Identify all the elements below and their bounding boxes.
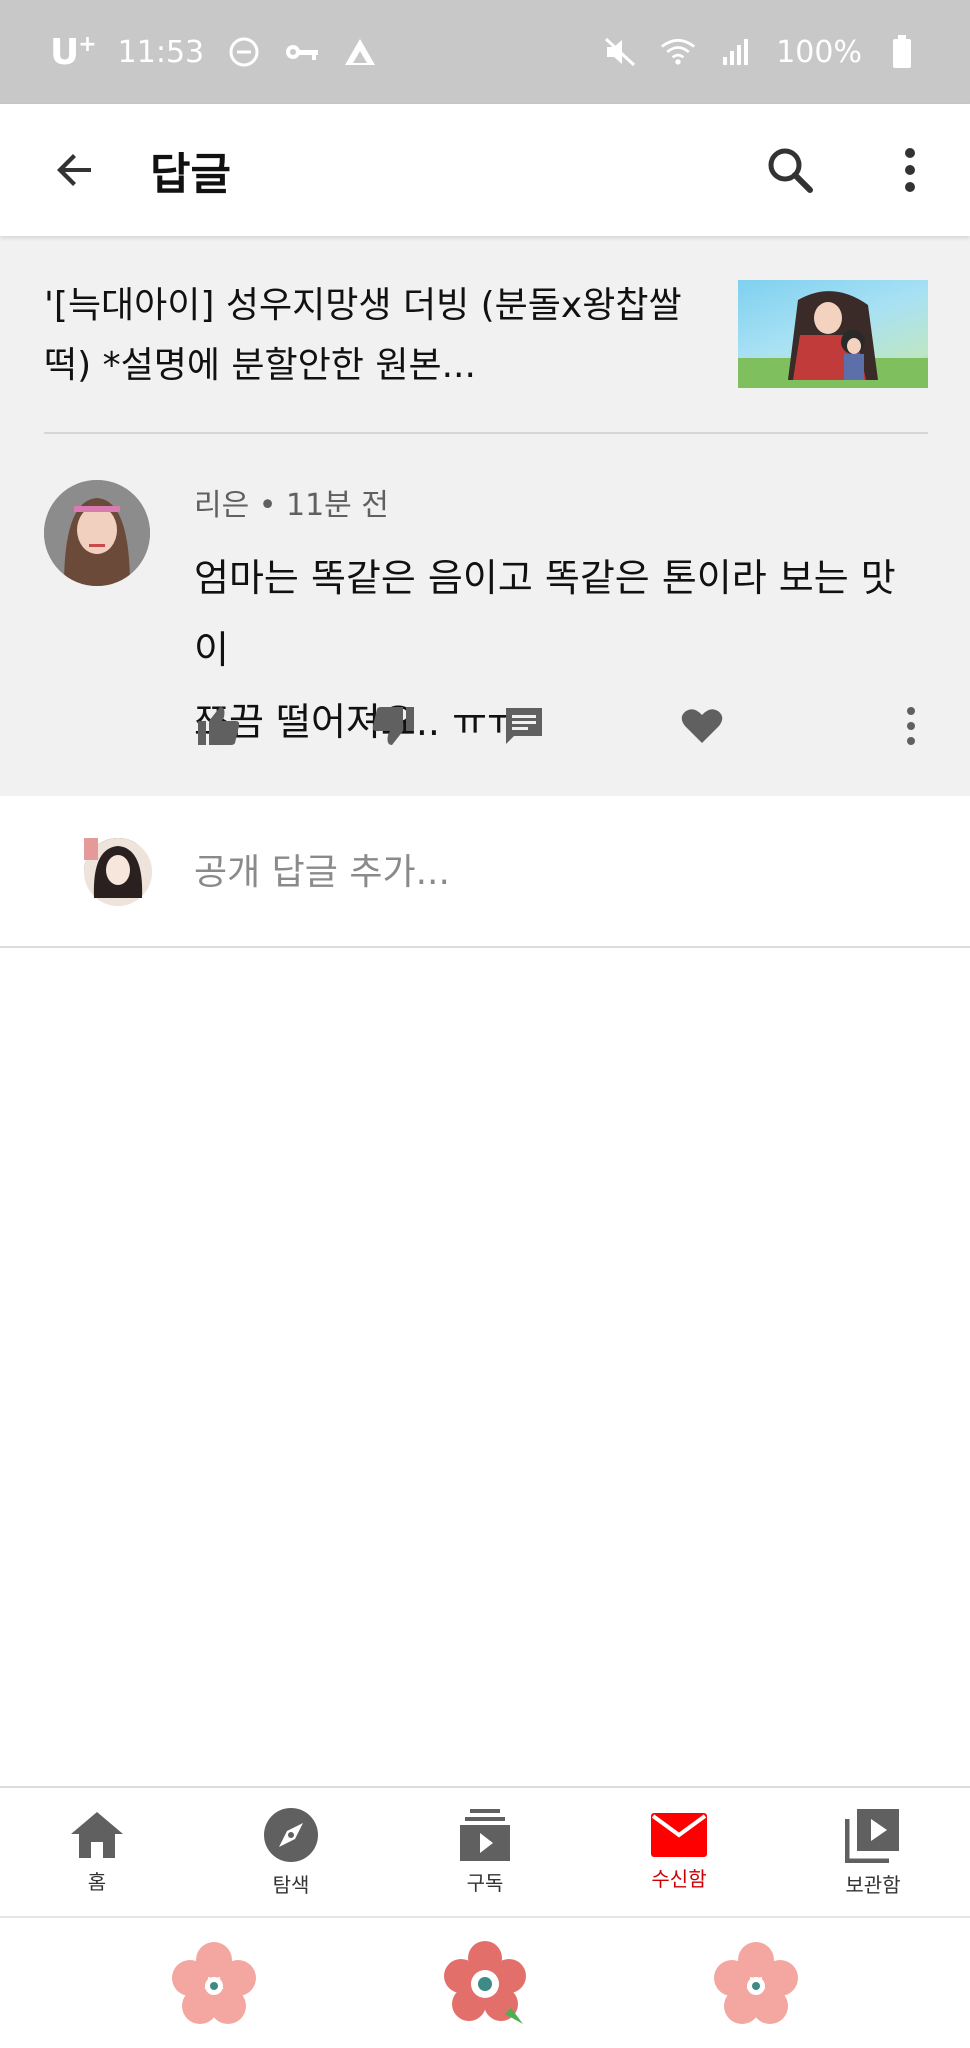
nav-inbox-label: 수신함 [651, 1866, 707, 1891]
nav-inbox[interactable]: 수신함 [582, 1788, 776, 1916]
nav-subscriptions-label: 구독 [466, 1870, 504, 1895]
thumb-up-icon [198, 707, 240, 745]
comment-actions [44, 696, 928, 756]
dislike-button[interactable] [366, 696, 422, 756]
recent-apps-button[interactable] [170, 1940, 258, 2028]
flower-back-icon [714, 1942, 798, 2024]
app-actions [730, 104, 970, 236]
battery-icon [884, 34, 920, 70]
home-system-button[interactable] [441, 1940, 529, 2028]
flower-recents-icon [172, 1942, 256, 2024]
nav-home-label: 홈 [87, 1869, 107, 1894]
search-button[interactable] [730, 104, 850, 236]
reply-button[interactable] [496, 696, 552, 756]
nav-explore[interactable]: 탐색 [194, 1788, 388, 1916]
thumb-down-icon [372, 707, 414, 745]
thumbnail-art [738, 291, 928, 388]
carrier-plus: + [78, 31, 96, 57]
bottom-navigation: 홈 탐색 구독 수신함 보관함 [0, 1786, 970, 1916]
signal-icon [718, 34, 754, 70]
carrier-label: U+ [50, 31, 97, 73]
user-avatar-art [84, 838, 152, 906]
library-icon [845, 1808, 899, 1863]
system-navigation [0, 1916, 970, 2048]
mute-icon [602, 34, 638, 70]
video-row[interactable]: '[늑대아이] 성우지망생 더빙 (분돌x왕찹쌀떡) *설명에 분할안한 원본.… [44, 276, 928, 434]
heart-icon [681, 709, 723, 743]
arrow-back-icon [57, 154, 91, 186]
vpn-key-icon [284, 34, 320, 70]
search-icon [768, 148, 813, 193]
comment-icon [506, 708, 542, 744]
nav-library[interactable]: 보관함 [776, 1788, 970, 1916]
comment-meta: 리은 • 11분 전 [194, 480, 389, 524]
inbox-icon [651, 1812, 707, 1857]
back-button[interactable] [0, 104, 150, 236]
home-icon [71, 1811, 123, 1858]
comment-text-line-1: 엄마는 똑같은 음이고 똑같은 톤이라 보는 맛이 [194, 556, 896, 672]
user-avatar [84, 838, 152, 906]
flower-home-icon [444, 1941, 526, 2024]
cast-triangle-icon [342, 34, 378, 70]
nav-library-label: 보관함 [845, 1872, 901, 1897]
more-vert-icon [905, 148, 915, 192]
nav-home[interactable]: 홈 [0, 1788, 194, 1916]
more-vert-icon [907, 707, 915, 745]
comment-time: 11분 전 [286, 488, 389, 523]
wifi-icon [660, 34, 696, 70]
reply-input[interactable] [194, 840, 924, 904]
comment-author[interactable]: 리은 [194, 488, 249, 523]
do-not-disturb-icon [226, 34, 262, 70]
subscriptions-icon [460, 1808, 510, 1861]
back-system-button[interactable] [712, 1940, 800, 2028]
meta-separator: • [258, 488, 277, 523]
heart-button[interactable] [674, 696, 730, 756]
nav-explore-label: 탐색 [272, 1872, 310, 1897]
status-left: U+ 11:53 [50, 32, 378, 73]
comment-more-button[interactable] [894, 696, 928, 756]
page-title: 답글 [150, 149, 231, 200]
avatar-art [44, 480, 150, 586]
nav-subscriptions[interactable]: 구독 [388, 1788, 582, 1916]
carrier-name: U [50, 31, 79, 73]
status-right: 100% [602, 34, 920, 70]
more-options-button[interactable] [850, 104, 970, 236]
video-title[interactable]: '[늑대아이] 성우지망생 더빙 (분돌x왕찹쌀떡) *설명에 분할안한 원본.… [44, 276, 724, 432]
status-time: 11:53 [117, 34, 205, 70]
status-bar: U+ 11:53 100% [0, 0, 970, 104]
video-thumbnail[interactable] [738, 280, 928, 388]
comment-thread: '[늑대아이] 성우지망생 더빙 (분돌x왕찹쌀떡) *설명에 분할안한 원본.… [0, 236, 970, 796]
commenter-avatar[interactable] [44, 480, 150, 586]
battery-percent: 100% [776, 34, 862, 70]
app-bar: 답글 [0, 104, 970, 236]
explore-icon [264, 1807, 318, 1862]
reply-composer [0, 796, 970, 948]
like-button[interactable] [190, 696, 246, 756]
